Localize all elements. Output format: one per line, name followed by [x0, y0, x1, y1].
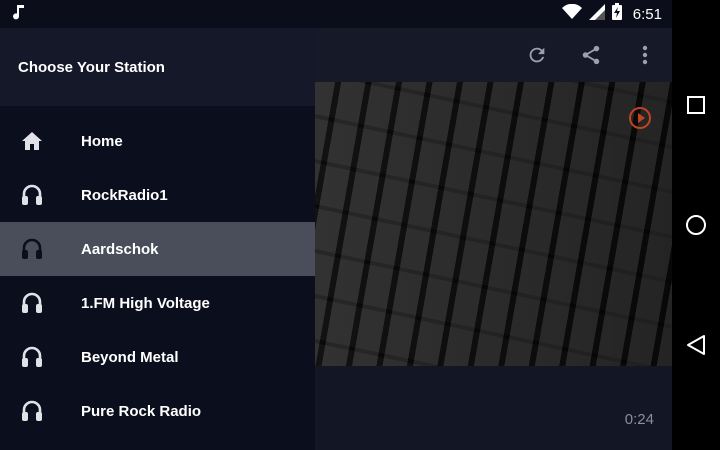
battery-charging-icon [611, 3, 622, 25]
navigation-drawer: Choose Your Station Home RockRadio1 Aard… [0, 28, 315, 450]
drawer-item-label: Beyond Metal [81, 348, 179, 366]
drawer-item-home[interactable]: Home [0, 114, 315, 168]
headphones-icon [19, 398, 45, 424]
recents-icon[interactable] [684, 93, 708, 117]
drawer-item-pure-rock-radio[interactable]: Pure Rock Radio [0, 384, 315, 438]
drawer-title: Choose Your Station [18, 58, 165, 76]
elapsed-time: 0:24 [624, 411, 654, 428]
drawer-item-label: 1.FM High Voltage [81, 294, 210, 312]
station-list: Home RockRadio1 Aardschok 1.FM High Volt… [0, 114, 315, 438]
drawer-item-label: Pure Rock Radio [81, 402, 202, 420]
drawer-item-rockradio1[interactable]: RockRadio1 [0, 168, 315, 222]
system-nav-bar [672, 0, 720, 450]
wifi-icon [561, 3, 582, 25]
cell-signal-icon [588, 3, 605, 25]
refresh-icon[interactable] [518, 36, 556, 74]
music-note-icon [12, 4, 26, 25]
drawer-item-label: RockRadio1 [81, 186, 168, 204]
play-indicator-icon[interactable] [628, 106, 652, 130]
share-icon[interactable] [572, 36, 610, 74]
headphones-icon [19, 182, 45, 208]
headphones-icon [19, 344, 45, 370]
headphones-icon [19, 290, 45, 316]
clock: 6:51 [632, 5, 662, 23]
drawer-item-beyond-metal[interactable]: Beyond Metal [0, 330, 315, 384]
headphones-icon [19, 236, 45, 262]
home-icon [19, 128, 45, 154]
back-icon[interactable] [684, 333, 708, 357]
drawer-item-label: Aardschok [81, 240, 159, 258]
drawer-header: Choose Your Station [0, 28, 315, 106]
status-bar: 6:51 [0, 0, 672, 28]
home-circle-icon[interactable] [684, 213, 708, 237]
drawer-item-aardschok[interactable]: Aardschok [0, 222, 315, 276]
more-vert-icon[interactable] [626, 36, 664, 74]
drawer-item-label: Home [81, 132, 123, 150]
drawer-item-1fm-high-voltage[interactable]: 1.FM High Voltage [0, 276, 315, 330]
